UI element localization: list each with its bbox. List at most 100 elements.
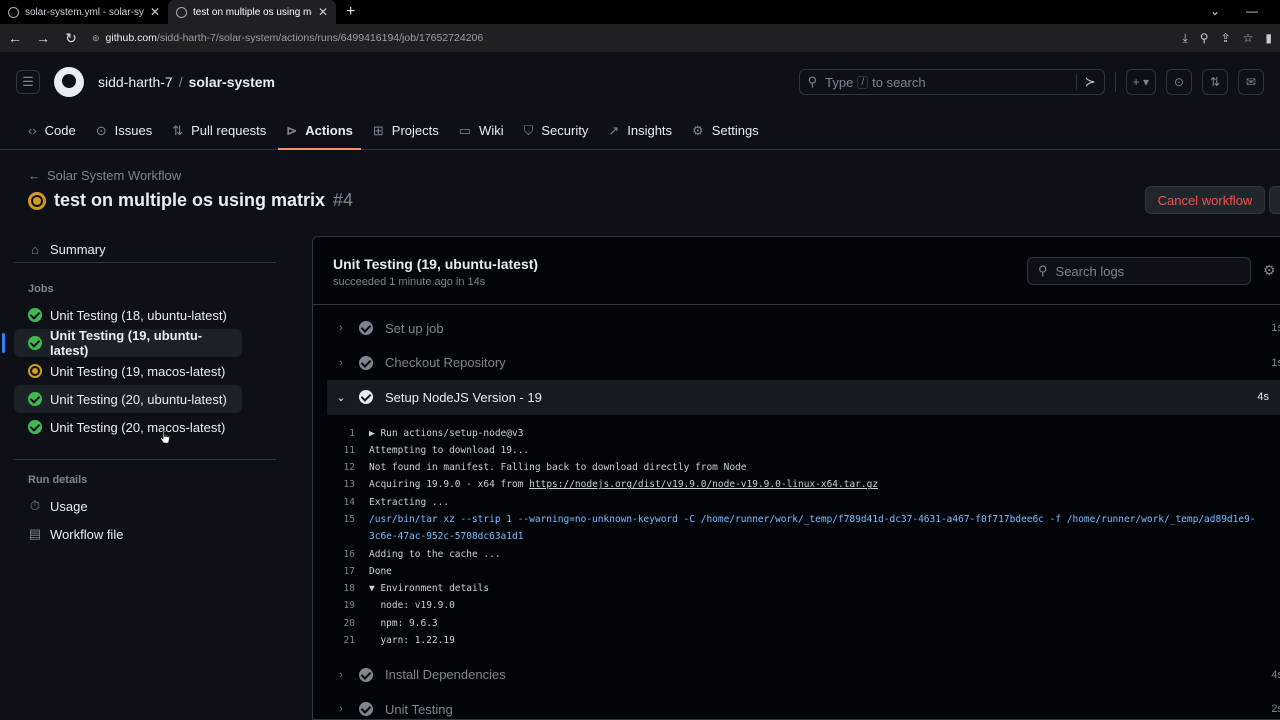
line-number: 19 [343,600,355,612]
log-line[interactable]: 15/usr/bin/tar xz --strip 1 --warning=no… [313,511,1280,546]
browser-tab[interactable]: solar-system.yml - solar-system ✕ [0,0,168,24]
more-options-button[interactable] [1269,186,1280,214]
log-group-toggle[interactable]: ▼ Environment details [369,580,489,597]
step-row[interactable]: › Unit Testing 2s [313,692,1280,719]
pull-requests-icon[interactable]: ⇅ [1202,69,1228,95]
site-info-icon[interactable]: ⊜ [92,33,100,44]
gear-icon[interactable]: ⚙ [1263,262,1276,279]
sidebar-item-workflow-file[interactable]: ▤ Workflow file [14,520,276,548]
bookmark-star-icon[interactable]: ☆ [1243,31,1254,46]
sidebar-job-item[interactable]: Unit Testing (19, macos-latest) [14,357,276,385]
job-title: Unit Testing (19, ubuntu-latest) [333,256,539,272]
tab-pull-requests[interactable]: ⇅ Pull requests [164,112,274,149]
run-details-heading: Run details [14,459,276,492]
repo-owner-link[interactable]: sidd-harth-7 [98,74,173,90]
jobs-heading: Jobs [28,283,54,295]
mouse-pointer-icon [160,430,170,444]
graph-icon: ↗ [608,122,620,138]
line-number: 11 [343,444,355,456]
back-arrow-icon[interactable]: ← [8,30,22,46]
step-label: Setup NodeJS Version - 19 [385,389,542,405]
check-circle-icon [28,308,42,322]
breadcrumb-separator: / [178,74,183,90]
sidebar-job-item[interactable]: Unit Testing (20, ubuntu-latest) [14,385,242,413]
tab-security[interactable]: ⛉ Security [516,112,597,149]
repo-name-link[interactable]: solar-system [189,74,275,90]
close-tab-icon[interactable]: ✕ [318,5,328,19]
sidebar-job-item-selected[interactable]: Unit Testing (19, ubuntu-latest) [2,328,242,358]
sidebar-item-usage[interactable]: ⏱ Usage [14,492,276,520]
sidebar-item-label: Summary [50,241,106,257]
github-logo-icon[interactable] [54,67,84,97]
check-circle-icon [359,667,373,682]
browser-tab-label: solar-system.yml - solar-system [25,6,144,18]
forward-arrow-icon[interactable]: → [36,30,50,46]
search-icon: ⚲ [807,74,818,89]
browser-tab-active[interactable]: test on multiple os using matrix ✕ [168,0,336,24]
job-label: Unit Testing (19, ubuntu-latest) [50,328,203,358]
log-text: Acquiring 19.9.0 - x64 from [369,479,530,491]
sidebar-item-summary[interactable]: ⌂ Summary [14,236,276,263]
command-palette-icon[interactable]: ≻ [1075,74,1096,90]
address-bar-actions: ⤓ ⚲ ⇪ ☆ ▮ [1182,31,1272,46]
step-duration: 4s [1271,668,1280,681]
create-new-button[interactable]: + ▾ [1125,69,1156,95]
issues-icon[interactable]: ⊙ [1166,69,1192,95]
issue-icon: ⊙ [95,122,107,138]
global-search-input[interactable]: ⚲ Type / to search ≻ [798,69,1105,95]
side-panel-icon[interactable]: ▮ [1265,31,1272,46]
tab-actions[interactable]: ⊳ Actions [278,112,361,150]
job-label: Unit Testing (18, ubuntu-latest) [50,307,227,323]
tab-label: Pull requests [191,123,267,138]
tab-insights[interactable]: ↗ Insights [600,112,680,149]
minimize-icon[interactable]: — [1246,0,1258,22]
sidebar-job-item[interactable]: Unit Testing (20, macos-latest) [14,413,276,441]
line-number: 20 [343,617,355,629]
tab-settings[interactable]: ⚙ Settings [684,112,767,149]
tab-wiki[interactable]: ▭ Wiki [451,112,512,149]
tab-projects[interactable]: ⊞ Projects [365,112,447,149]
menu-icon[interactable]: ☰ [16,70,40,94]
share-icon[interactable]: ⇪ [1221,31,1231,46]
log-line[interactable]: 21 yarn: 1.22.19 [313,632,1280,649]
reload-icon[interactable]: ↻ [64,30,78,47]
cancel-workflow-button[interactable]: Cancel workflow [1145,186,1265,214]
new-tab-icon[interactable]: + [336,0,365,24]
log-line[interactable]: 20 npm: 9.6.3 [313,615,1280,632]
zoom-icon[interactable]: ⚲ [1200,31,1209,46]
sidebar-job-item[interactable]: Unit Testing (18, ubuntu-latest) [14,301,276,329]
job-status-text: succeeded 1 minute ago in 14s [333,276,486,288]
step-row-expanded[interactable]: ⌄ Setup NodeJS Version - 19 4s [327,380,1280,415]
download-link[interactable]: https://nodejs.org/dist/v19.9.0/node-v19… [529,479,878,490]
log-line[interactable]: 17 Done [313,563,1280,580]
url-field[interactable]: ⊜ github.com/sidd-harth-7/solar-system/a… [92,32,1168,44]
check-circle-icon [359,390,373,405]
line-number: 14 [343,496,355,508]
tab-issues[interactable]: ⊙ Issues [88,112,160,149]
tab-label: Code [44,123,76,138]
step-row[interactable]: › Set up job 1s [313,311,1280,346]
step-row[interactable]: › Checkout Repository 1s [313,346,1280,381]
log-line[interactable]: 13 Acquiring 19.9.0 - x64 from https://no… [313,476,1280,493]
inbox-icon[interactable]: ✉ [1238,69,1264,95]
tab-code[interactable]: ‹› Code [20,112,84,149]
workflow-back-link[interactable]: ← Solar System Workflow [28,168,181,183]
log-line[interactable]: 1 ▶ Run actions/setup-node@v3 [313,425,1280,442]
search-logs-input[interactable]: ⚲ Search logs [1027,257,1251,285]
log-line[interactable]: 11 Attempting to download 19... [313,442,1280,459]
check-circle-icon [359,702,373,717]
line-number: 12 [343,462,355,474]
log-line[interactable]: 18 ▼ Environment details [313,580,1280,597]
browser-tab-bar: solar-system.yml - solar-system ✕ test o… [0,0,1280,24]
home-icon: ⌂ [31,241,39,257]
log-line[interactable]: 12 Not found in manifest. Falling back to… [313,459,1280,476]
stopwatch-icon: ⏱ [29,498,41,513]
log-line[interactable]: 16 Adding to the cache ... [313,546,1280,563]
close-tab-icon[interactable]: ✕ [150,5,160,19]
step-duration: 1s [1271,356,1280,369]
install-icon[interactable]: ⤓ [1182,31,1187,46]
log-line[interactable]: 14 Extracting ... [313,494,1280,511]
log-line[interactable]: 19 node: v19.9.0 [313,597,1280,614]
step-row[interactable]: › Install Dependencies 4s [313,657,1280,692]
tab-search-icon[interactable]: ⌄ [1210,0,1220,22]
